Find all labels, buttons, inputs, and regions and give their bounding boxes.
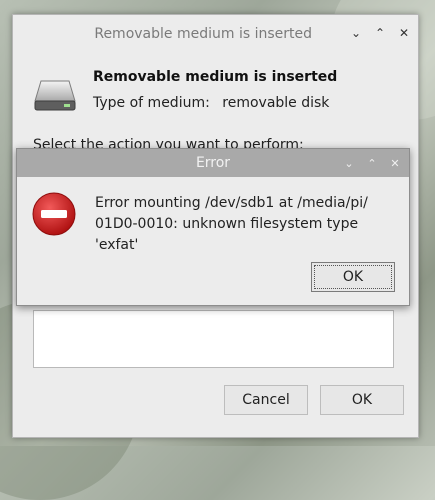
error-icon (32, 192, 76, 236)
minimize-icon[interactable]: ⌄ (341, 155, 357, 171)
ok-button[interactable]: OK (320, 385, 404, 415)
error-dialog: Error ⌄ ⌃ ✕ Error mounting /dev/sdb1 at … (16, 148, 410, 306)
drive-icon (34, 80, 76, 111)
maximize-icon[interactable]: ⌃ (364, 155, 380, 171)
error-message-line1: Error mounting /dev/sdb1 at /media/pi/ (95, 195, 368, 211)
minimize-icon[interactable]: ⌄ (348, 25, 364, 41)
medium-type-label: Type of medium: (93, 95, 210, 111)
cancel-button[interactable]: Cancel (224, 385, 308, 415)
dialog-heading: Removable medium is inserted (93, 69, 338, 85)
close-icon[interactable]: ✕ (387, 155, 403, 171)
error-message-line2: 01D0-0010: unknown filesystem type 'exfa… (95, 216, 359, 253)
error-titlebar[interactable]: Error ⌄ ⌃ ✕ (17, 149, 409, 177)
error-dialog-title: Error (195, 155, 231, 171)
error-message: Error mounting /dev/sdb1 at /media/pi/ 0… (95, 193, 395, 256)
main-titlebar[interactable]: Removable medium is inserted ⌄ ⌃ ✕ (13, 15, 418, 53)
maximize-icon[interactable]: ⌃ (372, 25, 388, 41)
main-window-title: Removable medium is inserted (94, 26, 312, 42)
close-icon[interactable]: ✕ (396, 25, 412, 41)
medium-type-value: removable disk (222, 95, 330, 111)
medium-type-row: Type of medium: removable disk (93, 95, 337, 111)
action-list[interactable] (33, 310, 394, 368)
error-ok-button[interactable]: OK (311, 262, 395, 292)
